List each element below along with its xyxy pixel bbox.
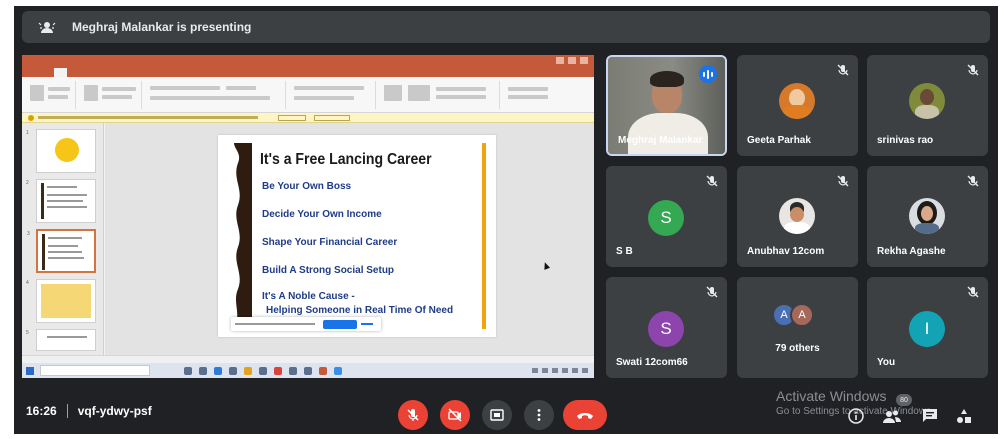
powerpoint-title-text <box>307 58 309 64</box>
slide-title: It's a Free Lancing Career <box>260 151 432 168</box>
participant-tile[interactable]: S S B <box>606 166 727 267</box>
avatar <box>779 198 815 234</box>
avatar: I <box>909 311 945 347</box>
avatar <box>909 198 945 234</box>
participant-tile-self[interactable]: I You <box>867 277 988 378</box>
mic-off-icon <box>837 175 849 187</box>
mic-off-icon <box>837 64 849 76</box>
shared-screen: 1 2 3 4 5 It's a Free Lancing Career Be … <box>22 55 594 378</box>
slide-bullet: Decide Your Own Income <box>262 209 382 220</box>
slide-thumbnail[interactable]: 5 <box>26 329 96 351</box>
powerpoint-statusbar <box>22 355 594 363</box>
presenter-text: Meghraj Malankar is presenting <box>72 20 252 34</box>
participant-name: srinivas rao <box>877 135 934 146</box>
more-options-button[interactable] <box>524 400 554 430</box>
taskbar-search <box>40 365 150 376</box>
taskbar-apps <box>184 366 342 375</box>
more-options-icon <box>537 409 541 421</box>
meeting-details: 16:26 vqf-ydwy-psf <box>26 404 152 418</box>
presenting-icon <box>36 18 58 36</box>
slide-thumbnail[interactable]: 4 <box>26 279 96 323</box>
end-call-icon <box>577 413 593 419</box>
mic-off-icon <box>407 409 419 421</box>
participant-name: You <box>877 357 896 368</box>
avatar: A <box>790 303 814 327</box>
protected-view-bar <box>22 113 594 123</box>
slide-thumbnail[interactable]: 1 <box>26 129 96 173</box>
activities-button[interactable] <box>954 406 974 426</box>
participant-tile[interactable]: Rekha Agashe <box>867 166 988 267</box>
speaking-icon <box>699 65 717 83</box>
present-now-button[interactable] <box>482 400 512 430</box>
participant-tile[interactable]: srinivas rao <box>867 55 988 156</box>
microphone-button[interactable] <box>398 400 428 430</box>
slide-bullet: Build A Strong Social Setup <box>262 265 395 276</box>
meeting-code: vqf-ydwy-psf <box>77 404 152 418</box>
taskbar-tray <box>532 368 588 373</box>
participant-tile[interactable]: Meghraj Malankar <box>606 55 727 156</box>
slide-wave-decoration <box>234 143 252 329</box>
participant-tile[interactable]: Anubhav 12com <box>737 166 858 267</box>
mouse-cursor <box>541 261 551 270</box>
slide-bullet: It's A Noble Cause - <box>262 291 355 302</box>
bottom-toolbar: 16:26 vqf-ydwy-psf Activate Windows Go t… <box>14 388 998 434</box>
mic-off-icon <box>706 175 718 187</box>
camera-button[interactable] <box>440 400 470 430</box>
avatar <box>779 83 815 119</box>
slide-bullet: Be Your Own Boss <box>262 181 352 192</box>
meeting-info-button[interactable] <box>846 406 866 426</box>
participant-count-badge: 80 <box>896 394 912 406</box>
meet-window: Meghraj Malankar is presenting 1 2 3 4 5… <box>14 6 998 434</box>
camera-off-icon <box>448 408 462 422</box>
stop-sharing-button[interactable] <box>323 319 357 329</box>
chat-button[interactable] <box>920 406 940 426</box>
avatar: S <box>648 200 684 236</box>
window-controls <box>548 57 588 65</box>
slide-thumbnail[interactable]: 2 <box>26 179 96 223</box>
slide-accent-bar <box>482 143 486 329</box>
participant-name: Anubhav 12com <box>747 246 825 257</box>
people-button[interactable] <box>882 406 902 426</box>
participant-tile[interactable]: Geeta Parhak <box>737 55 858 156</box>
notes-placeholder <box>131 345 132 350</box>
avatar: S <box>648 311 684 347</box>
current-time: 16:26 <box>26 404 57 418</box>
current-slide: It's a Free Lancing Career Be Your Own B… <box>218 135 496 337</box>
powerpoint-ribbon <box>22 77 594 113</box>
hide-sharing-button[interactable] <box>361 323 373 325</box>
powerpoint-titlebar <box>22 55 594 67</box>
info-icon <box>848 408 864 424</box>
participant-name: Rekha Agashe <box>877 246 946 257</box>
windows-taskbar <box>22 363 594 378</box>
participant-name: S B <box>616 246 633 257</box>
sharing-popup <box>231 317 381 331</box>
slide-bullet: Shape Your Financial Career <box>262 237 398 248</box>
participant-name: Meghraj Malankar <box>618 135 703 146</box>
avatar <box>909 83 945 119</box>
leave-call-button[interactable] <box>563 400 607 430</box>
participant-name: Geeta Parhak <box>747 135 811 146</box>
mic-off-icon <box>706 286 718 298</box>
mic-off-icon <box>967 286 979 298</box>
slide-thumbnails: 1 2 3 4 5 <box>22 123 104 355</box>
presenter-banner: Meghraj Malankar is presenting <box>22 11 990 43</box>
others-avatars: A A <box>772 303 814 327</box>
people-icon <box>883 410 901 423</box>
mic-off-icon <box>967 64 979 76</box>
windows-start-icon <box>26 366 34 375</box>
slide-canvas: It's a Free Lancing Career Be Your Own B… <box>105 123 594 355</box>
slide-bullet: Helping Someone in Real Time Of Need <box>266 305 454 316</box>
powerpoint-ribbon-tabs <box>22 67 594 77</box>
activities-icon <box>957 409 971 423</box>
slide-thumbnail-selected[interactable]: 3 <box>27 229 96 273</box>
mic-off-icon <box>967 175 979 187</box>
others-count: 79 others <box>775 343 820 354</box>
chat-icon <box>923 409 937 422</box>
participant-tile[interactable]: S Swati 12com66 <box>606 277 727 378</box>
others-tile[interactable]: A A 79 others <box>737 277 858 378</box>
present-screen-icon <box>490 409 504 421</box>
participant-name: Swati 12com66 <box>616 357 688 368</box>
